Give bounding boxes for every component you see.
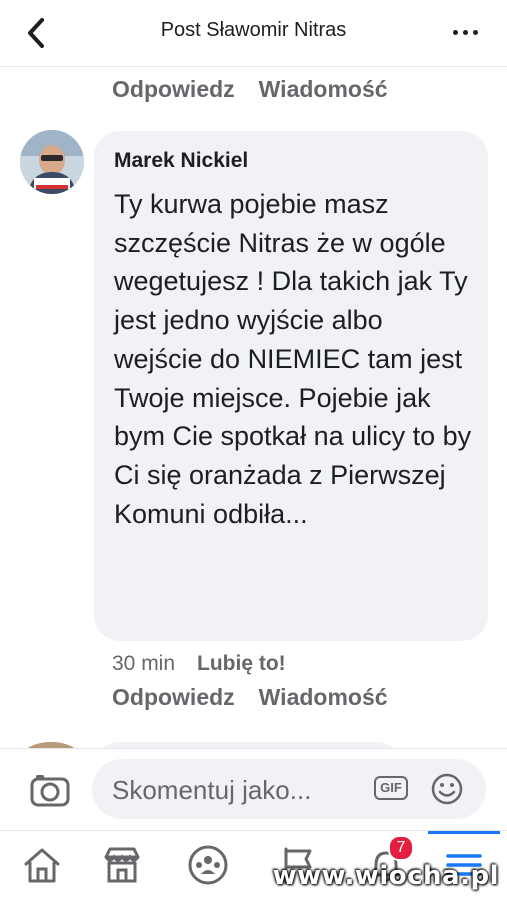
avatar[interactable] [20, 130, 84, 194]
page-title: Post Sławomir Nitras [160, 19, 347, 41]
bottom-tab-bar: 7 www.wiocha.pl [0, 830, 507, 901]
smiley-icon [431, 773, 463, 805]
watermark: www.wiocha.pl [272, 861, 499, 891]
groups-icon [188, 845, 228, 885]
previous-comment-actions: Odpowiedz Wiadomość [112, 76, 388, 103]
more-dots-icon-dot [463, 30, 468, 35]
tab-home[interactable] [20, 843, 64, 887]
comment-timestamp: 30 min [112, 652, 176, 675]
gif-button[interactable]: GIF [374, 776, 408, 800]
camera-button[interactable] [30, 773, 70, 807]
notification-badge: 7 [388, 835, 414, 861]
like-button[interactable]: Lubię to! [197, 652, 286, 675]
emoji-button[interactable] [430, 772, 464, 806]
avatar-photo [20, 130, 84, 194]
message-button[interactable]: Wiadomość [259, 684, 388, 711]
more-dots-icon [453, 30, 458, 35]
comment-input-placeholder: Skomentuj jako... [112, 775, 312, 805]
comment-text: Ty kurwa pojebie masz szczęście Nitras ż… [114, 189, 472, 529]
active-tab-indicator [428, 831, 500, 834]
reply-button[interactable]: Odpowiedz [112, 684, 235, 711]
marketplace-icon [104, 847, 140, 883]
comment-meta: 30 min Lubię to! [112, 652, 286, 676]
comment-input[interactable]: Skomentuj jako... GIF [92, 759, 486, 819]
camera-icon [30, 775, 70, 807]
top-bar: Post Sławomir Nitras [0, 0, 507, 67]
tab-marketplace[interactable] [100, 843, 144, 887]
tab-groups[interactable] [186, 843, 230, 887]
home-icon [24, 848, 60, 883]
reply-button[interactable]: Odpowiedz [112, 76, 235, 103]
more-dots-icon-dot [473, 30, 478, 35]
comment-bubble: Marek Nickiel Ty kurwa pojebie masz szcz… [94, 131, 488, 641]
comment-actions: Odpowiedz Wiadomość [112, 684, 388, 711]
comment-composer: Skomentuj jako... GIF [0, 748, 507, 831]
more-options-button[interactable] [451, 22, 481, 42]
comment-author[interactable]: Marek Nickiel [114, 149, 248, 173]
message-button[interactable]: Wiadomość [259, 76, 388, 103]
